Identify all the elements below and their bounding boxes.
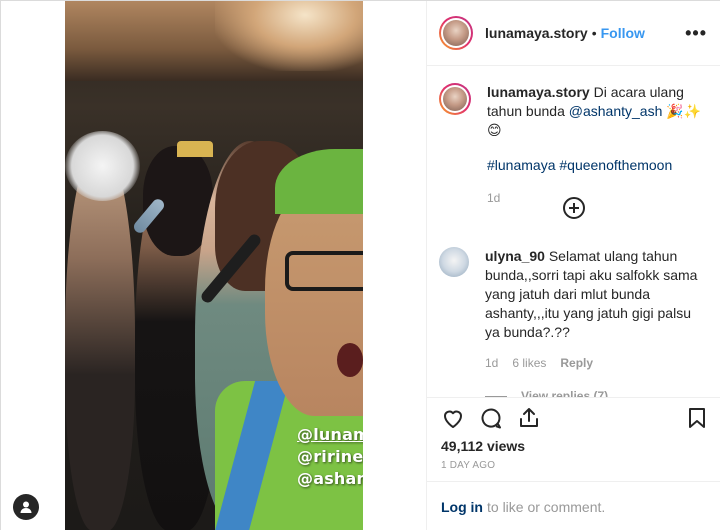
post-video[interactable]: @lunamaya @ririnekawati @ashanty_ash [65,1,363,530]
view-replies-button[interactable]: View replies (7) [485,387,705,397]
comment-icon[interactable] [479,406,503,435]
heart-icon[interactable] [441,406,465,435]
follow-button[interactable]: Follow [601,25,645,41]
post-header: lunamaya.story • Follow ••• [427,1,720,66]
caption-username[interactable]: lunamaya.story [487,84,590,100]
post-frame: @lunamaya @ririnekawati @ashanty_ash lun… [0,0,720,530]
caption-hashtags[interactable]: #lunamaya #queenofthemoon [487,156,702,175]
caption-mention[interactable]: @ashanty_ash [569,103,663,119]
comment-likes[interactable]: 6 likes [512,354,546,373]
tagged-users-button[interactable] [13,494,39,520]
comment-avatar[interactable] [439,247,469,277]
video-person-4-glasses [285,251,363,291]
video-crown [177,141,213,157]
author-avatar[interactable] [439,16,473,50]
comment-reply-button[interactable]: Reply [560,354,593,373]
mention-sticker-2: @ririnekawati [297,447,363,466]
caption-body: lunamaya.story Di acara ulang tahun bund… [487,83,702,208]
mention-sticker-1: @lunamaya [297,425,363,444]
load-more-comments-icon[interactable] [563,197,585,219]
comment-username[interactable]: ulyna_90 [485,248,545,264]
login-link[interactable]: Log in [441,499,483,515]
post-actions: 49,112 views 1 DAY AGO [427,397,720,481]
media-panel: @lunamaya @ririnekawati @ashanty_ash [1,1,426,530]
comment-meta: 1d 6 likes Reply [485,354,705,373]
login-text: to like or comment. [487,498,606,515]
post-sidebar: lunamaya.story • Follow ••• lunamaya.sto… [426,1,720,530]
comment: ulyna_90 Selamat ulang tahun bunda,,sorr… [439,247,705,397]
login-prompt: Log in to like or comment. [427,481,720,530]
user-icon [20,501,32,513]
bookmark-icon[interactable] [685,406,709,435]
video-light [215,1,363,71]
comments-list[interactable]: lunamaya.story Di acara ulang tahun bund… [427,67,720,397]
separator-dot: • [591,25,597,41]
view-count[interactable]: 49,112 views [441,438,525,454]
more-options-icon[interactable]: ••• [685,23,707,44]
comment-body: ulyna_90 Selamat ulang tahun bunda,,sorr… [485,247,705,397]
caption: lunamaya.story Di acara ulang tahun bund… [439,83,702,208]
author-username[interactable]: lunamaya.story [485,25,588,41]
action-icons [441,406,541,435]
caption-time: 1d [487,191,501,205]
mention-sticker-3: @ashanty_ash [297,469,363,488]
post-date[interactable]: 1 DAY AGO [441,460,495,471]
video-feather-hat [65,131,140,201]
caption-avatar[interactable] [439,83,471,115]
video-person-4-mouth [337,343,363,377]
video-person-4-face [265,186,363,416]
view-replies-label[interactable]: View replies (7) [521,387,608,397]
comment-time: 1d [485,356,499,370]
share-icon[interactable] [517,406,541,435]
